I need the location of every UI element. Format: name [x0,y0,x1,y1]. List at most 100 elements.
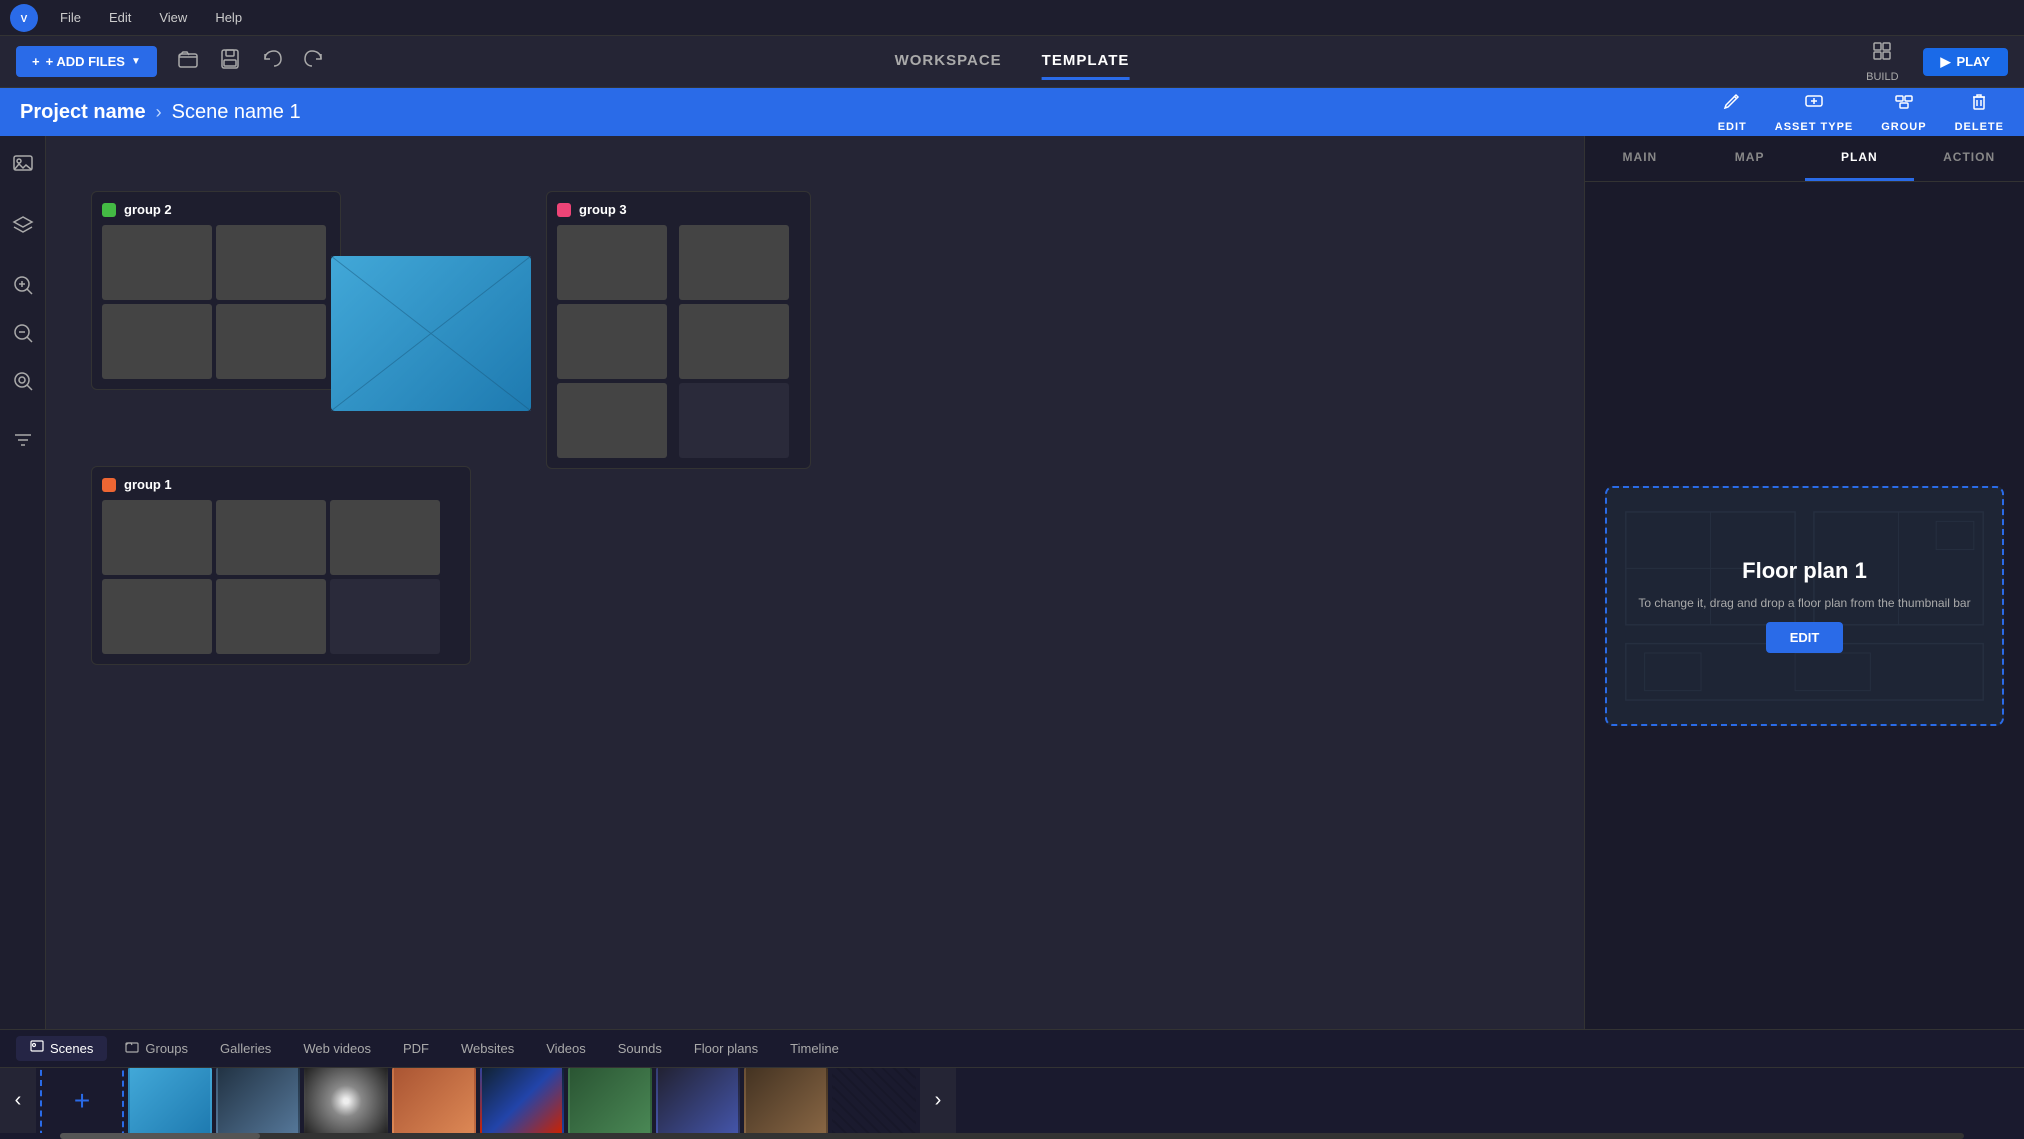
menu-edit[interactable]: Edit [103,6,137,29]
strip-next-button[interactable]: › [920,1068,956,1133]
groups-folder-icon [125,1040,139,1057]
strip-thumb-5[interactable] [480,1068,564,1133]
floor-plan-subtitle: To change it, drag and drop a floor plan… [1638,596,1970,610]
build-button[interactable]: BUILD [1866,41,1898,83]
group2-thumb-4[interactable] [216,304,326,379]
toolbar: + + ADD FILES ▼ WORKSPACE TEMPLATE BUILD… [0,36,2024,88]
open-folder-icon[interactable] [173,44,203,79]
bottom-tab-galleries[interactable]: Galleries [206,1037,285,1060]
tab-workspace[interactable]: WORKSPACE [895,44,1002,80]
bc-delete-button[interactable]: DELETE [1955,91,2004,133]
group3-color [557,203,571,217]
group2-thumb-3[interactable] [102,304,212,379]
zoom-fit-icon[interactable] [6,364,40,404]
strip-thumb-4[interactable] [392,1068,476,1133]
strip-thumb-6[interactable] [568,1068,652,1133]
bc-edit-label: EDIT [1718,121,1747,133]
group3-thumb-3[interactable] [557,304,667,379]
bottom-tab-sounds[interactable]: Sounds [604,1037,676,1060]
project-name[interactable]: Project name [20,101,146,124]
toolbar-icons [173,44,329,79]
group3-thumb-5[interactable] [557,383,667,458]
floor-plan-area: Floor plan 1 To change it, drag and drop… [1585,182,2024,1029]
bottom-tab-pdf[interactable]: PDF [389,1037,443,1060]
bc-edit-button[interactable]: EDIT [1718,91,1747,133]
strip-thumb-2[interactable] [216,1068,300,1133]
group1-thumb-3[interactable] [330,500,440,575]
sounds-label: Sounds [618,1041,662,1056]
play-label: PLAY [1957,54,1990,69]
group3-grid [557,225,800,458]
save-icon[interactable] [215,44,245,79]
right-panel: MAIN MAP PLAN ACTION [1584,136,2024,1029]
bottom-scrollbar[interactable] [0,1133,2024,1139]
strip-add-new[interactable]: + [40,1068,124,1133]
group-container-2[interactable]: group 2 [91,191,341,390]
menu-help[interactable]: Help [209,6,248,29]
group1-thumb-2[interactable] [216,500,326,575]
menu-file[interactable]: File [54,6,87,29]
group3-thumb-1[interactable] [557,225,667,300]
filter-icon[interactable] [6,424,40,464]
zoom-in-icon[interactable] [6,268,40,308]
strip-thumb-9[interactable] [832,1068,916,1133]
bottom-tab-floor-plans[interactable]: Floor plans [680,1037,772,1060]
group-container-1[interactable]: group 1 [91,466,471,665]
floor-plan-edit-button[interactable]: EDIT [1766,622,1844,653]
right-panel-tabs: MAIN MAP PLAN ACTION [1585,136,2024,182]
play-button[interactable]: ▶ PLAY [1923,48,2008,76]
menu-view[interactable]: View [153,6,193,29]
blue-image-placeholder[interactable] [331,256,531,411]
group1-thumb-1[interactable] [102,500,212,575]
tab-main[interactable]: MAIN [1585,136,1695,181]
tab-action[interactable]: ACTION [1914,136,2024,181]
group1-thumb-4[interactable] [102,579,212,654]
group1-thumb-5[interactable] [216,579,326,654]
bottom-tab-videos[interactable]: Videos [532,1037,600,1060]
tab-map[interactable]: MAP [1695,136,1805,181]
bottom-tabs: Scenes Groups Galleries Web videos PDF W… [0,1030,2024,1068]
undo-icon[interactable] [257,44,287,79]
strip-thumb-7[interactable] [656,1068,740,1133]
bottom-tab-websites[interactable]: Websites [447,1037,528,1060]
timeline-label: Timeline [790,1041,839,1056]
strip-thumb-3[interactable] [304,1068,388,1133]
canvas-area[interactable]: group 2 group 3 [46,136,1584,1029]
bc-group-label: GROUP [1881,121,1926,133]
group2-thumb-1[interactable] [102,225,212,300]
zoom-out-icon[interactable] [6,316,40,356]
scene-name[interactable]: Scene name 1 [172,101,301,124]
left-panel [0,136,46,1029]
scroll-thumb[interactable] [60,1133,260,1139]
group3-thumb-4[interactable] [679,304,789,379]
group-container-3[interactable]: group 3 [546,191,811,469]
group3-thumb-2[interactable] [679,225,789,300]
toolbar-right-actions: BUILD ▶ PLAY [1866,41,2008,83]
group1-color [102,478,116,492]
add-files-button[interactable]: + + ADD FILES ▼ [16,46,157,77]
tab-template[interactable]: TEMPLATE [1042,44,1130,80]
bc-group-button[interactable]: GROUP [1881,91,1926,133]
delete-icon [1969,91,1989,117]
scroll-track [60,1133,1964,1139]
build-label: BUILD [1866,71,1898,83]
group2-label: group 2 [102,202,330,217]
floor-plans-label: Floor plans [694,1041,758,1056]
group2-thumb-2[interactable] [216,225,326,300]
groups-label: Groups [145,1041,188,1056]
strip-prev-button[interactable]: ‹ [0,1068,36,1133]
bottom-tab-timeline[interactable]: Timeline [776,1037,853,1060]
main-content: group 2 group 3 [0,136,2024,1029]
strip-thumb-1[interactable] [128,1068,212,1133]
bottom-tab-scenes[interactable]: Scenes [16,1036,107,1061]
add-new-icon: + [74,1085,90,1117]
layers-icon[interactable] [6,208,40,248]
scene-icon[interactable] [6,148,40,188]
edit-icon [1722,91,1742,117]
bc-asset-type-button[interactable]: ASSET TYPE [1775,91,1853,133]
bottom-tab-web-videos[interactable]: Web videos [289,1037,385,1060]
tab-plan[interactable]: PLAN [1805,136,1915,181]
redo-icon[interactable] [299,44,329,79]
strip-thumb-8[interactable] [744,1068,828,1133]
bottom-tab-groups[interactable]: Groups [111,1036,202,1061]
